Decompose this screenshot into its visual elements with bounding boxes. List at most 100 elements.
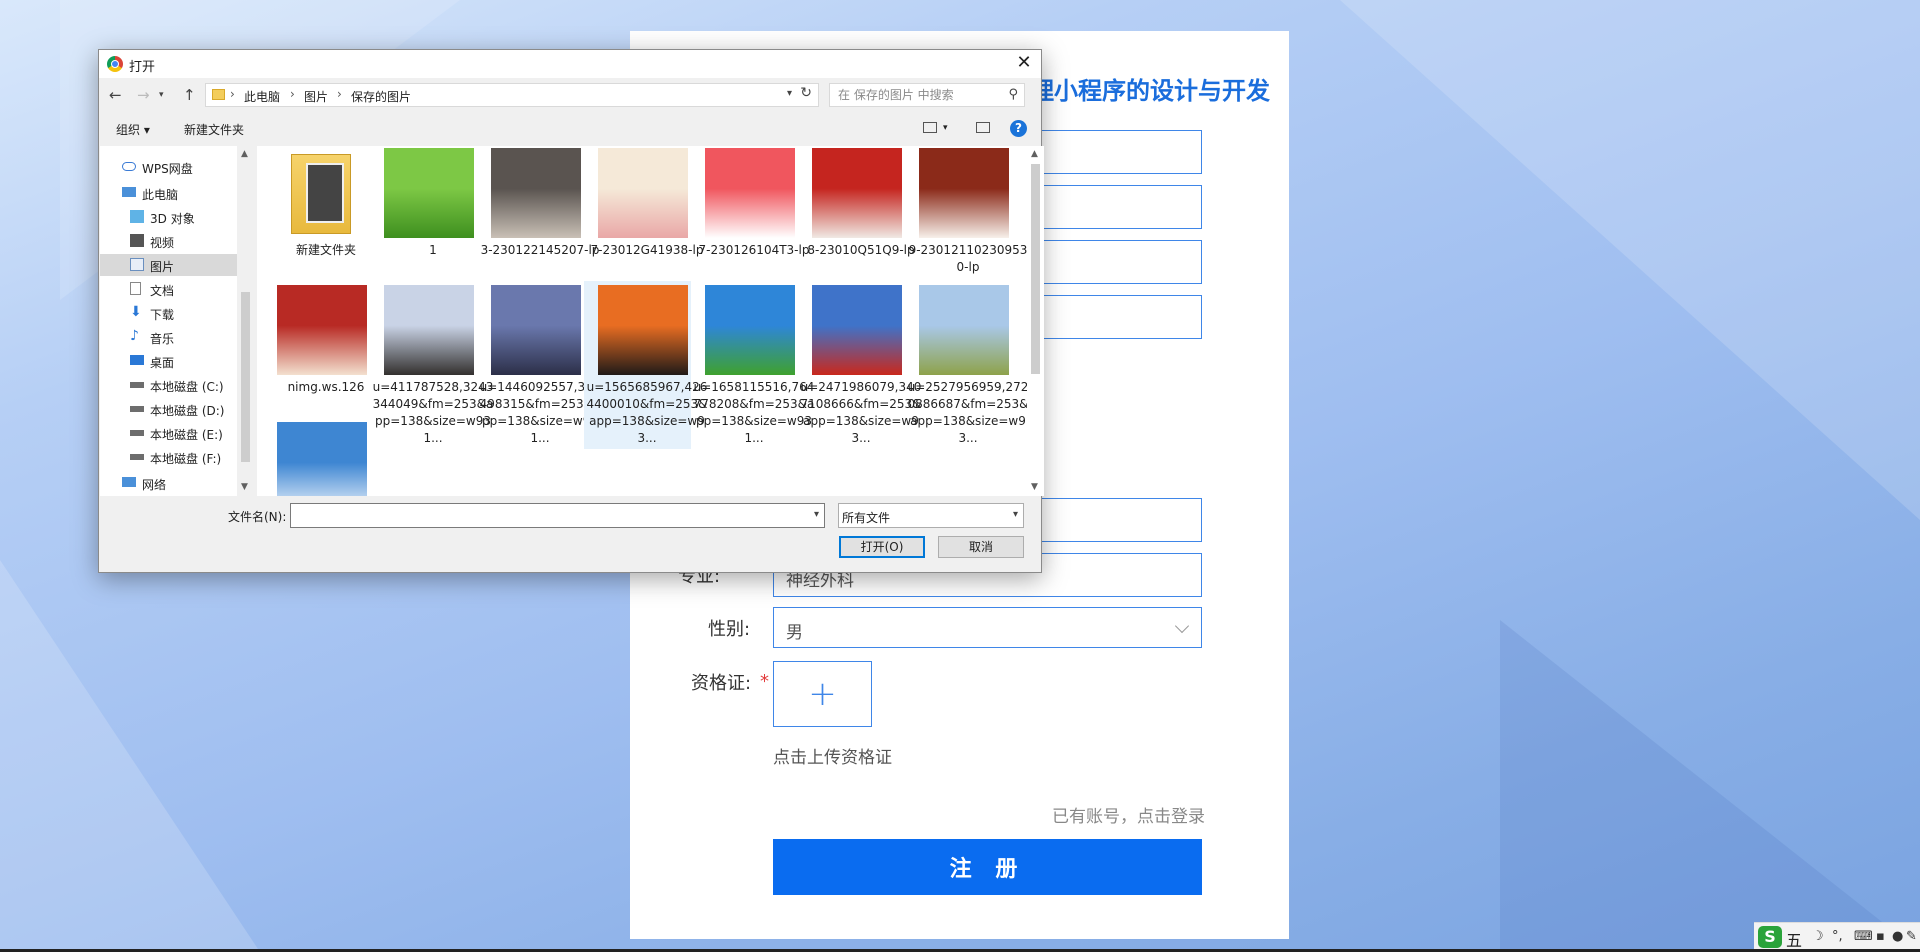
organize-menu[interactable]: 组织 ▾ [116,121,150,138]
files-scrollbar[interactable]: ▲ ▼ [1027,146,1044,496]
keyboard-icon[interactable]: ⌨ [1854,929,1873,944]
image-file-tile[interactable]: u=2471986079,3407108666&fm=253&app=138&s… [798,281,922,449]
file-name: 7-230126104T3-lp [698,243,810,257]
dialog-titlebar[interactable]: 打开 ✕ [99,50,1041,78]
nav-label: 音乐 [150,332,175,346]
image-thumbnail [384,148,474,238]
scroll-up-icon[interactable]: ▲ [1031,149,1038,159]
back-arrow-icon[interactable]: ← [109,86,122,104]
register-button[interactable]: 注 册 [773,839,1202,895]
sogou-logo-icon[interactable]: S [1758,926,1782,948]
ime-mode[interactable]: 五 [1786,927,1802,951]
page-title: 理小程序的设计与开发 [1030,77,1270,105]
skin-icon[interactable]: ▪ [1876,929,1885,944]
dialog-footer: 文件名(N): ▾ 所有文件 ▾ 打开(O) 取消 [99,496,1041,572]
filetype-select[interactable]: 所有文件 ▾ [838,503,1024,528]
chevron-down-icon[interactable]: ▾ [814,509,819,520]
nav-label: 本地磁盘 (C:) [150,380,224,394]
breadcrumb-separator: › [337,87,342,101]
scrollbar-thumb[interactable] [241,292,250,462]
file-name: 8-23010Q51Q9-lp [807,243,915,257]
nav-item-documents[interactable]: 文档 [100,278,238,300]
file-name: 7-23012G41938-lp [590,243,704,257]
login-link[interactable]: 已有账号，点击登录 [1052,802,1205,827]
nav-item-drive-e[interactable]: 本地磁盘 (E:) [100,422,238,444]
nav-item-downloads[interactable]: ⬇ 下载 [100,302,238,324]
dialog-toolbar: 组织 ▾ 新建文件夹 ▾ ? [99,114,1041,144]
forward-arrow-icon[interactable]: → [137,86,150,104]
image-file-tile[interactable]: u=1446092557,371498315&fm=253&app=138&si… [477,281,600,449]
new-folder-button[interactable]: 新建文件夹 [184,121,244,138]
recent-chevron-icon[interactable]: ▾ [159,90,164,100]
network-icon [122,477,136,487]
breadcrumb-saved-pictures[interactable]: 保存的图片 [351,88,411,105]
nav-item-3d-objects[interactable]: 3D 对象 [100,206,238,228]
image-thumbnail [598,285,688,375]
breadcrumb-this-pc[interactable]: 此电脑 [244,88,280,105]
video-icon [130,234,144,247]
file-name: u=1446092557,371498315&fm=253&app=138&si… [479,380,601,445]
drive-icon [130,454,144,460]
image-thumbnail [919,148,1009,238]
nav-item-videos[interactable]: 视频 [100,230,238,252]
image-file-tile[interactable]: u=1565685967,4264400010&fm=253&app=138&s… [584,281,708,449]
drive-icon [130,406,144,412]
file-name: nimg.ws.126 [287,380,365,394]
upload-cert-button[interactable]: + [773,661,872,727]
dialog-title: 打开 [129,60,156,75]
image-thumbnail [277,285,367,375]
scroll-up-icon[interactable]: ▲ [241,149,248,159]
nav-item-drive-c[interactable]: 本地磁盘 (C:) [100,374,238,396]
image-file-tile[interactable]: u=2527956959,2720886687&fm=253&app=138&s… [905,281,1027,449]
image-thumbnail [598,148,688,238]
filename-label: 文件名(N): [228,510,287,524]
close-button[interactable]: ✕ [1007,50,1041,78]
ime-toolbar[interactable]: S 五 ☽ °, ⌨ ▪ ● ✎ [1754,922,1920,952]
scrollbar-thumb[interactable] [1031,164,1040,374]
refresh-icon[interactable]: ↻ [800,85,812,101]
image-thumbnail [812,285,902,375]
image-thumbnail [705,285,795,375]
filename-input[interactable]: ▾ [290,503,825,528]
file-name: u=1565685967,4264400010&fm=253&app=138&s… [586,380,708,445]
file-name: 1 [429,243,437,257]
background-shape [0,560,260,952]
scroll-down-icon[interactable]: ▼ [1031,482,1038,492]
user-icon[interactable]: ● [1892,929,1903,944]
wrench-icon[interactable]: ✎ [1906,929,1917,944]
image-file-tile[interactable]: u=1658115516,764778208&fm=253&app=138&si… [691,281,814,449]
moon-icon[interactable]: ☽ [1812,929,1824,944]
nav-label: 文档 [150,284,175,298]
breadcrumb-pictures[interactable]: 图片 [304,88,328,105]
view-options-icon[interactable] [923,122,937,133]
address-bar[interactable]: › 此电脑 › 图片 › 保存的图片 ▾ ↻ [205,83,819,107]
chevron-down-icon[interactable]: ▾ [787,88,792,99]
preview-pane-icon[interactable] [976,122,990,133]
nav-item-pictures[interactable]: 图片 [100,254,238,276]
nav-item-drive-f[interactable]: 本地磁盘 (F:) [100,446,238,468]
search-icon[interactable]: ⚲ [1008,87,1018,102]
upload-hint: 点击上传资格证 [773,748,892,768]
gender-select[interactable]: 男 [773,607,1202,648]
cancel-button[interactable]: 取消 [938,536,1024,558]
nav-item-desktop[interactable]: 桌面 [100,350,238,372]
up-arrow-icon[interactable]: ↑ [183,86,196,104]
nav-item-music[interactable]: ♪ 音乐 [100,326,238,348]
punctuation-icon[interactable]: °, [1832,929,1843,944]
nav-item-this-pc[interactable]: 此电脑 [100,182,238,204]
nav-label: 本地磁盘 (F:) [150,452,222,466]
open-button[interactable]: 打开(O) [839,536,925,558]
nav-scrollbar[interactable]: ▲ ▼ [237,146,254,496]
help-icon[interactable]: ? [1010,120,1027,137]
nav-item-wps-cloud[interactable]: WPS网盘 [100,156,238,178]
open-file-dialog: 打开 ✕ ← → ▾ ↑ › 此电脑 › 图片 › 保存的图片 ▾ ↻ ⚲ 组织… [98,49,1044,573]
nav-item-drive-d[interactable]: 本地磁盘 (D:) [100,398,238,420]
chevron-down-icon[interactable]: ▾ [943,123,948,133]
search-input[interactable] [830,84,1000,106]
file-name: 3-230122145207-lp [480,243,600,257]
search-box[interactable]: ⚲ [829,83,1025,107]
image-file-tile[interactable]: u=411787528,3243344049&fm=253&app=138&si… [370,281,493,449]
nav-item-network[interactable]: 网络 [100,472,238,494]
image-file-tile[interactable] [263,418,370,496]
scroll-down-icon[interactable]: ▼ [241,482,248,492]
